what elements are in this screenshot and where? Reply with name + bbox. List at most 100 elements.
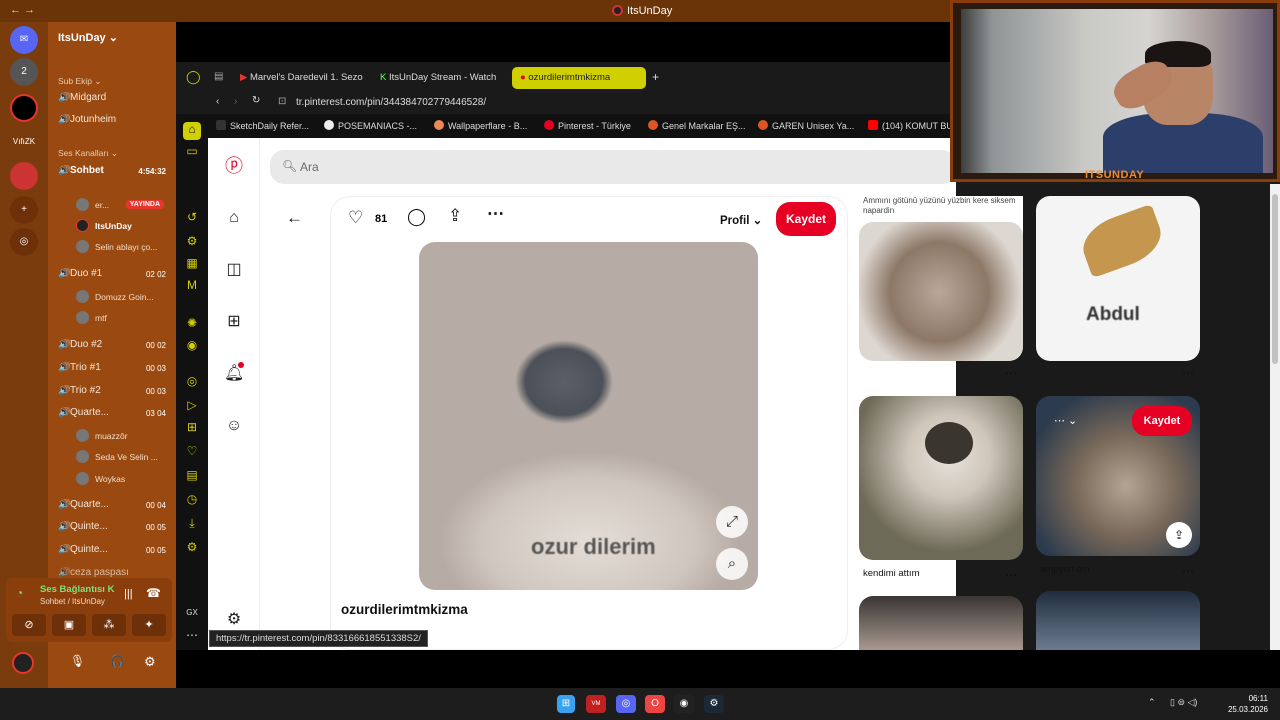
send-icon[interactable]: ▷ bbox=[185, 398, 199, 412]
settings-icon[interactable]: ⚙ bbox=[185, 540, 199, 554]
channel-duo-1[interactable]: 🔊Duo #1 02 02 bbox=[58, 268, 172, 286]
screen-share-button[interactable]: ▣ bbox=[52, 614, 86, 636]
history-icon[interactable]: ↺ bbox=[185, 210, 199, 224]
bookmark-item[interactable]: Wallpaperflare - B... bbox=[434, 120, 527, 131]
channel-duo-2[interactable]: 🔊Duo #2 00 02 bbox=[58, 339, 172, 357]
noise-suppression-icon[interactable]: ||| bbox=[124, 588, 133, 600]
grid-save-button[interactable]: Kaydet bbox=[1132, 406, 1192, 436]
headphones-icon[interactable]: 🎧 bbox=[110, 654, 125, 668]
notifications-icon[interactable]: 🔔︎ bbox=[224, 362, 244, 384]
server-folder-icon[interactable] bbox=[10, 162, 38, 190]
heart-icon[interactable]: ♡ bbox=[185, 444, 199, 458]
soundboard-button[interactable]: ✦ bbox=[132, 614, 166, 636]
pin-image[interactable]: ozur dilerim ⤢ ⌕ bbox=[419, 242, 758, 590]
clock-icon[interactable]: ◷ bbox=[185, 492, 199, 506]
disconnect-icon[interactable]: ☎ bbox=[146, 586, 161, 600]
section-sub-ekip[interactable]: Sub Ekip ⌄ bbox=[58, 76, 102, 87]
pin-more-icon[interactable]: ⋯ bbox=[1182, 564, 1194, 578]
grid-pin[interactable] bbox=[859, 596, 1023, 650]
server-icon[interactable]: 2 bbox=[10, 58, 38, 86]
grid-pin[interactable] bbox=[1036, 591, 1200, 650]
discord-home-icon[interactable]: ✉ bbox=[10, 26, 38, 54]
pinterest-logo-icon[interactable]: ⓟ bbox=[224, 156, 244, 176]
heart-icon[interactable]: ♡ bbox=[348, 208, 363, 228]
chatgpt-icon[interactable]: ✺ bbox=[185, 316, 199, 330]
bookmark-item[interactable]: POSEMANIACS -... bbox=[324, 120, 417, 131]
window-nav-arrows[interactable]: ← → bbox=[10, 4, 35, 16]
channel-quartet-1[interactable]: 🔊Quarte... 03 04 bbox=[58, 407, 172, 425]
expand-icon[interactable]: ⤢ bbox=[716, 506, 748, 538]
back-icon[interactable]: ‹ bbox=[216, 96, 219, 107]
discover-icon[interactable]: ◎ bbox=[10, 228, 38, 256]
new-tab-button[interactable]: + bbox=[652, 70, 659, 84]
home-icon[interactable]: ⌂ bbox=[183, 122, 201, 140]
voice-status-subtitle[interactable]: Sohbet / ItsUnDay bbox=[40, 597, 105, 606]
gx-icon[interactable]: GX bbox=[185, 606, 199, 620]
activities-button[interactable]: ⁂ bbox=[92, 614, 126, 636]
grid-pin[interactable]: Abdul bbox=[1036, 196, 1200, 361]
lock-icon[interactable]: ⊡ bbox=[278, 96, 286, 107]
steam-icon[interactable]: ⚙ bbox=[704, 695, 724, 713]
create-icon[interactable]: ⊞ bbox=[224, 312, 244, 332]
tab-stream[interactable]: K ItsUnDay Stream - Watch bbox=[372, 67, 502, 89]
voice-status-title[interactable]: Ses Bağlantısı K bbox=[40, 584, 114, 595]
channel-trio-1[interactable]: 🔊Trio #1 00 03 bbox=[58, 362, 172, 380]
pin-more-icon[interactable]: ⋯ bbox=[1182, 366, 1194, 380]
grid-pin[interactable] bbox=[859, 396, 1023, 560]
voice-user[interactable]: mtf bbox=[76, 311, 174, 327]
bookmark-item[interactable]: Pinterest - Türkiye bbox=[544, 120, 631, 131]
home-icon[interactable]: ⌂ bbox=[224, 208, 244, 228]
comment-icon[interactable]: ◯ bbox=[407, 207, 426, 227]
voice-user[interactable]: Woykas bbox=[76, 472, 174, 488]
channel-trio-2[interactable]: 🔊Trio #2 00 03 bbox=[58, 385, 172, 403]
opera-icon[interactable]: O bbox=[645, 695, 665, 713]
grid-pin-label[interactable]: kendimi attım bbox=[863, 568, 920, 579]
apps-icon[interactable]: ⊞ bbox=[185, 420, 199, 434]
voice-user[interactable]: muazzôr bbox=[76, 429, 174, 445]
section-ses-kanallari[interactable]: Ses Kanalları ⌄ bbox=[58, 148, 118, 159]
camera-off-button[interactable]: ⊘ bbox=[12, 614, 46, 636]
voice-user[interactable]: Seda Ve Selin ... bbox=[76, 450, 174, 466]
bookmark-item[interactable]: GAREN Unisex Ya... bbox=[758, 120, 854, 131]
discord-icon[interactable]: ◎ bbox=[616, 695, 636, 713]
opera-logo-icon[interactable]: ◯ bbox=[186, 69, 201, 85]
grid-pin-hover[interactable]: ⋯ ⌄ Kaydet ⇪ bbox=[1036, 396, 1200, 556]
back-arrow-icon[interactable]: ← bbox=[286, 208, 303, 228]
channel-quintet-1[interactable]: 🔊Quinte... 00 05 bbox=[58, 521, 172, 539]
avatar[interactable] bbox=[12, 652, 34, 674]
server-itsunday-icon[interactable] bbox=[10, 94, 38, 122]
tray-arrow-icon[interactable]: ⌃ bbox=[1148, 697, 1156, 708]
explore-icon[interactable]: ◫ bbox=[224, 260, 244, 280]
add-server-icon[interactable]: + bbox=[10, 196, 38, 224]
start-icon[interactable]: ⊞ bbox=[557, 695, 575, 713]
music-icon[interactable]: ◎ bbox=[185, 374, 199, 388]
channel-quintet-2[interactable]: 🔊Quinte... 00 05 bbox=[58, 544, 172, 562]
save-button[interactable]: Kaydet bbox=[776, 202, 836, 236]
tab-pinterest[interactable]: ● ozurdilerimtmkizma bbox=[512, 67, 646, 89]
messages-icon[interactable]: ☺ bbox=[224, 416, 244, 436]
channel-quartet-2[interactable]: 🔊Quarte... 00 04 bbox=[58, 499, 172, 517]
more-options-icon[interactable]: ⋯ bbox=[487, 204, 504, 224]
pin-more-icon[interactable]: ⋯ bbox=[1005, 366, 1017, 380]
url-input[interactable]: tr.pinterest.com/pin/344384702779446528/ bbox=[296, 97, 486, 108]
microphone-icon[interactable]: 🎙 bbox=[70, 654, 85, 668]
channel-midgard[interactable]: 🔊Midgard bbox=[58, 92, 172, 110]
visual-search-icon[interactable]: ⌕ bbox=[716, 548, 748, 580]
whatsapp-icon[interactable]: ◉ bbox=[185, 338, 199, 352]
tab-menu-icon[interactable]: ▤ bbox=[214, 71, 223, 82]
bookmark-item[interactable]: SketchDaily Refer... bbox=[216, 120, 309, 131]
grid-pin-label[interactable]: ampyun om bbox=[1040, 564, 1090, 575]
server-name[interactable]: ItsUnDay ⌄ bbox=[58, 31, 118, 44]
board-dropdown[interactable]: ⋯ ⌄ bbox=[1054, 414, 1077, 427]
search-input[interactable]: Ara bbox=[300, 160, 319, 174]
share-icon[interactable]: ⇪ bbox=[1166, 522, 1192, 548]
voice-user[interactable]: Domuzz Goin... bbox=[76, 290, 174, 306]
tray-icons[interactable]: ▯ ⊜ ◁) bbox=[1170, 697, 1197, 708]
pin-more-icon[interactable]: ⋯ bbox=[1005, 568, 1017, 582]
channel-jotunheim[interactable]: 🔊Jotunheim bbox=[58, 114, 172, 132]
settings-gear-icon[interactable]: ⚙ bbox=[224, 610, 244, 630]
bookmark-item[interactable]: (104) KOMUT BU bbox=[868, 120, 953, 131]
grid-pin[interactable]: Ammını götünü yüzünü yüzbin kere siksem … bbox=[859, 196, 1023, 361]
game-icon[interactable]: ▭ bbox=[185, 144, 199, 158]
obs-icon[interactable]: ◉ bbox=[674, 695, 694, 713]
